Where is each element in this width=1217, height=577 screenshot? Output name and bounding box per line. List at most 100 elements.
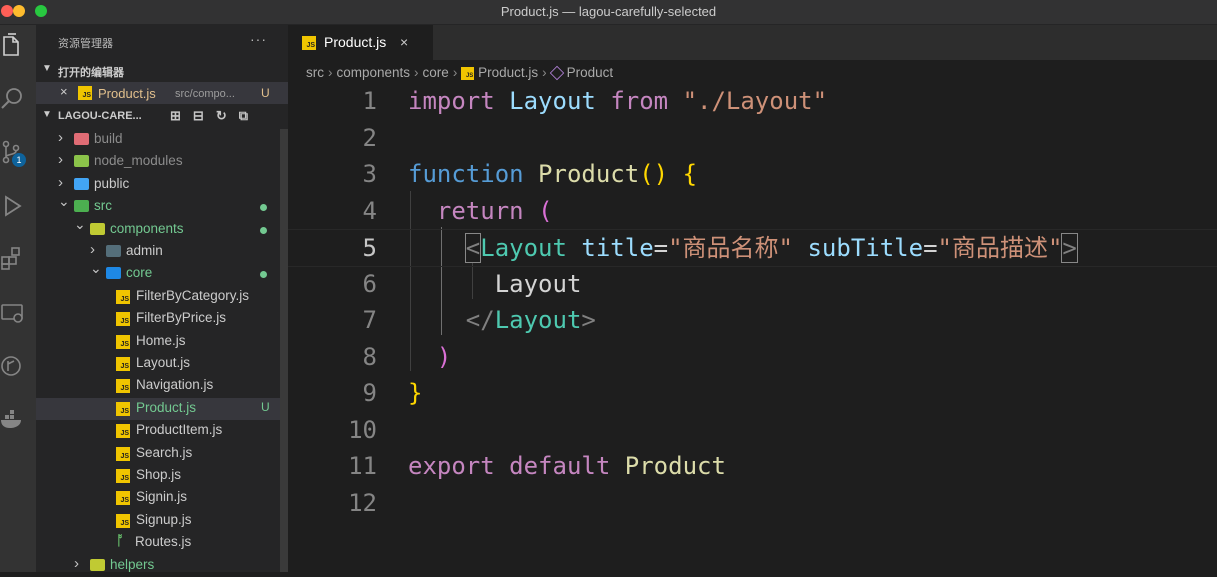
code-line[interactable]: 8 ) bbox=[288, 339, 1217, 375]
sidebar-scrollbar[interactable] bbox=[280, 129, 288, 572]
folder-icon bbox=[106, 267, 121, 280]
breadcrumb-item[interactable]: Product.js bbox=[478, 65, 538, 80]
tree-file[interactable]: JS Product.js U bbox=[36, 397, 280, 420]
line-number: 12 bbox=[348, 488, 377, 517]
breadcrumb-item[interactable]: core bbox=[423, 65, 449, 80]
source-control-icon[interactable]: 1 bbox=[0, 139, 26, 169]
collapse-all-icon[interactable]: ⧉ bbox=[239, 108, 260, 123]
code-line[interactable]: 6 Layout bbox=[288, 266, 1217, 302]
title-bar: Product.js — lagou-carefully-selected bbox=[0, 0, 1217, 25]
modified-dot bbox=[260, 271, 267, 279]
tree-item-label: helpers bbox=[110, 556, 155, 572]
tree-file[interactable]: JS FilterByCategory.js bbox=[36, 286, 280, 308]
tree-item-label: Signup.js bbox=[136, 511, 192, 527]
run-debug-icon[interactable] bbox=[0, 193, 26, 223]
breadcrumb-item[interactable]: components bbox=[337, 65, 411, 80]
tree-folder[interactable]: › admin bbox=[36, 241, 280, 263]
chevron-down-icon: ⌄ bbox=[74, 215, 86, 232]
line-number: 11 bbox=[348, 452, 377, 480]
tree-folder[interactable]: › public bbox=[36, 174, 280, 196]
folder-icon bbox=[90, 558, 105, 571]
js-file-icon: JS bbox=[78, 86, 92, 100]
line-number: 5 bbox=[362, 234, 377, 262]
code-line[interactable]: 5 <Layout title="商品名称" subTitle="商品描述"> bbox=[288, 229, 1217, 267]
more-actions-icon[interactable]: ··· bbox=[250, 31, 267, 47]
tab-product-js[interactable]: JS Product.js × bbox=[288, 25, 433, 60]
breadcrumb-item[interactable]: src bbox=[306, 65, 324, 80]
line-number: 8 bbox=[362, 342, 377, 371]
js-file-icon: JS bbox=[116, 446, 130, 461]
close-icon[interactable]: × bbox=[60, 84, 68, 99]
refresh-icon[interactable]: ↻ bbox=[216, 108, 239, 123]
code-text: export default Product bbox=[408, 452, 726, 480]
js-file-icon: JS bbox=[116, 469, 130, 483]
close-icon[interactable]: × bbox=[400, 34, 408, 50]
tree-folder[interactable]: ⌄ components bbox=[36, 215, 280, 241]
tree-folder[interactable]: › node_modules bbox=[36, 151, 280, 173]
open-editors-header[interactable]: ▼ 打开的编辑器 bbox=[36, 60, 288, 82]
chevron-right-icon: › bbox=[414, 65, 419, 80]
code-line[interactable]: 9} bbox=[288, 375, 1217, 411]
git-graph-icon[interactable] bbox=[0, 353, 26, 383]
remote-explorer-icon[interactable] bbox=[0, 300, 26, 330]
tree-file[interactable]: JS Signin.js bbox=[36, 487, 280, 509]
breadcrumb-item[interactable]: Product bbox=[567, 65, 614, 80]
chevron-right-icon: › bbox=[74, 554, 79, 572]
chevron-right-icon: › bbox=[58, 151, 63, 169]
tree-file[interactable]: JS Shop.js bbox=[36, 465, 280, 487]
git-status-badge: U bbox=[261, 399, 270, 414]
open-editor-item[interactable]: × JS Product.js src/compo... U bbox=[36, 82, 288, 104]
tree-file[interactable]: JS Home.js bbox=[36, 331, 280, 353]
tree-folder[interactable]: › build bbox=[36, 129, 280, 151]
chevron-right-icon: › bbox=[90, 241, 95, 258]
folder-icon bbox=[74, 177, 89, 190]
tree-file[interactable]: JS FilterByPrice.js bbox=[36, 308, 280, 330]
modified-dot bbox=[260, 226, 267, 234]
tree-item-label: FilterByPrice.js bbox=[136, 310, 227, 326]
tree-item-label: Signin.js bbox=[136, 489, 188, 505]
line-number: 9 bbox=[362, 379, 377, 407]
activity-bar: 1 bbox=[0, 25, 36, 572]
search-icon[interactable] bbox=[0, 85, 26, 115]
docker-icon[interactable] bbox=[0, 407, 26, 437]
tree-folder[interactable]: ⌄ src bbox=[36, 193, 280, 218]
tree-file[interactable]: JS Signup.js bbox=[36, 510, 280, 532]
js-file-icon: JS bbox=[116, 401, 130, 416]
code-line[interactable]: 2 bbox=[288, 120, 1217, 156]
folder-icon bbox=[74, 155, 89, 168]
tree-item-label: Search.js bbox=[136, 444, 193, 460]
tree-file[interactable]: JS Navigation.js bbox=[36, 375, 280, 397]
tree-file[interactable]: JS Search.js bbox=[36, 443, 280, 465]
code-text: return ( bbox=[436, 196, 553, 225]
code-line[interactable]: 7 </Layout> bbox=[288, 302, 1217, 338]
tree-folder[interactable]: › helpers bbox=[36, 555, 280, 577]
tree-file[interactable]: ᚩ Routes.js bbox=[36, 532, 280, 554]
code-line[interactable]: 1 import Layout from "./Layout" bbox=[288, 83, 1217, 119]
chevron-right-icon: › bbox=[328, 65, 333, 80]
new-file-icon[interactable]: ⊞ bbox=[170, 108, 193, 123]
code-line[interactable]: 12 bbox=[288, 485, 1217, 521]
tree-item-label: Routes.js bbox=[135, 534, 192, 550]
js-file-icon: JS bbox=[116, 289, 130, 304]
new-folder-icon[interactable]: ⊟ bbox=[193, 108, 216, 123]
scm-badge: 1 bbox=[12, 153, 26, 167]
extensions-icon[interactable] bbox=[0, 245, 26, 275]
project-header[interactable]: ▼ LAGOU-CARE... ⊞⊟↻⧉ bbox=[36, 106, 288, 128]
code-line[interactable]: 10 bbox=[288, 412, 1217, 448]
code-line[interactable]: 3 function Product() { bbox=[288, 156, 1217, 192]
code-line[interactable]: 11 export default Product bbox=[288, 448, 1217, 484]
chevron-right-icon: › bbox=[452, 65, 458, 80]
tree-file[interactable]: JS ProductItem.js bbox=[36, 420, 280, 442]
js-file-icon: JS bbox=[116, 379, 130, 394]
js-file-icon: JS bbox=[116, 424, 130, 439]
chevron-right-icon: › bbox=[58, 129, 63, 146]
folder-icon bbox=[106, 245, 121, 257]
explorer-icon[interactable] bbox=[0, 33, 26, 63]
tree-file[interactable]: JS Layout.js bbox=[36, 353, 280, 375]
line-number: 1 bbox=[362, 87, 377, 115]
window-title: Product.js — lagou-carefully-selected bbox=[500, 4, 717, 19]
chevron-down-icon: ⌄ bbox=[58, 193, 70, 210]
tree-folder[interactable]: ⌄ core bbox=[36, 260, 280, 285]
tree-item-label: Navigation.js bbox=[136, 377, 214, 393]
code-line[interactable]: 4 return ( bbox=[288, 193, 1217, 229]
